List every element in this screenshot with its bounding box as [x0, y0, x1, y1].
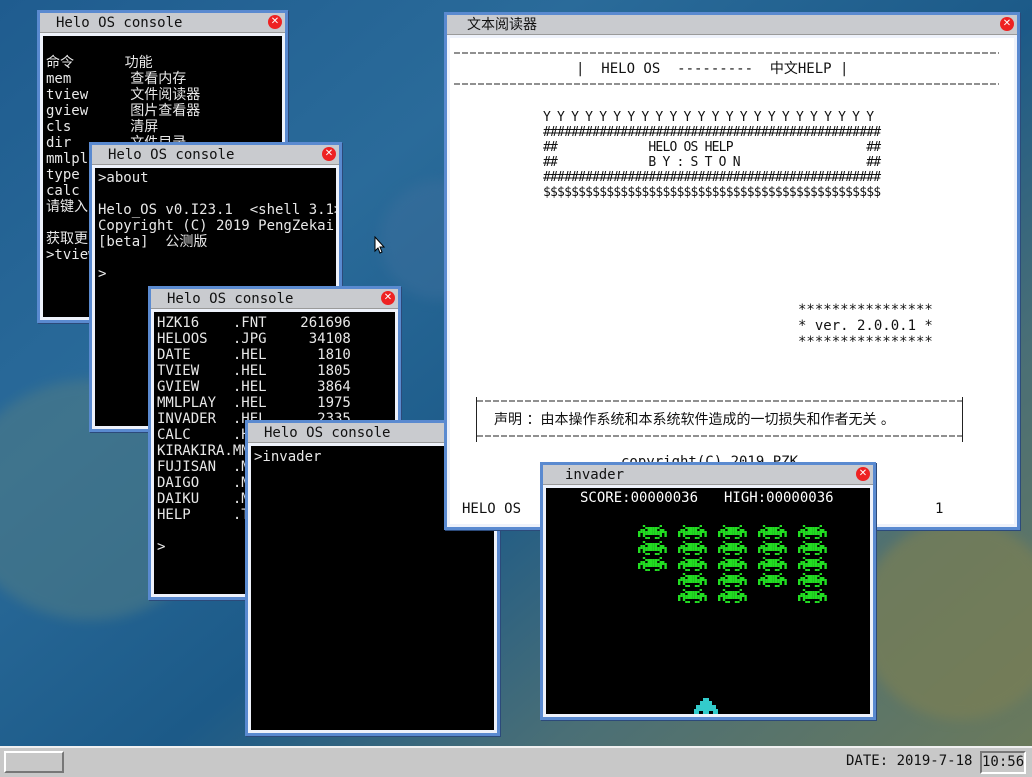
ascii-art-line: Y Y Y Y Y Y Y Y Y Y Y Y Y Y Y Y Y Y Y Y … — [543, 110, 874, 125]
close-icon[interactable]: ✕ — [856, 467, 870, 481]
version-box-bottom: **************** — [798, 334, 933, 350]
console-line: HELOOS .JPG 34108 — [157, 331, 351, 347]
alien-icon — [718, 525, 747, 539]
window-title: Helo OS console — [92, 145, 339, 165]
alien-icon — [798, 573, 827, 587]
invader-game-window[interactable]: invader ✕ SCORE:00000036 HIGH:00000036 — [540, 462, 876, 720]
alien-icon — [678, 557, 707, 571]
notice-text: 声明 ：由本操作系统和本系统软件造成的一切损失和作者无关 。 — [494, 412, 895, 428]
alien-icon — [798, 589, 827, 603]
clock-display: 10:56 — [980, 751, 1026, 774]
header-divider-top — [454, 52, 999, 54]
close-icon[interactable]: ✕ — [1000, 17, 1014, 31]
alien-icon — [758, 557, 787, 571]
ascii-art-line: $$$$$$$$$$$$$$$$$$$$$$$$$$$$$$$$$$$$$$$$… — [543, 185, 881, 200]
window-title: 文本阅读器 — [447, 15, 1017, 35]
console-line: >about — [98, 170, 149, 186]
alien-icon — [678, 589, 707, 603]
footer-title: HELO OS — [462, 501, 522, 517]
console-line: 命令 功能 — [46, 55, 153, 71]
help-header: | HELO OS --------- 中文HELP | — [576, 61, 849, 77]
ascii-art-line: ## HELO OS HELP ## — [543, 140, 881, 155]
page-number: 1 — [935, 501, 944, 517]
alien-icon — [718, 589, 747, 603]
alien-icon — [638, 557, 667, 571]
header-divider-bottom — [454, 83, 999, 85]
version-box-top: **************** — [798, 302, 933, 318]
window-title: Helo OS console — [40, 13, 285, 33]
alien-icon — [798, 557, 827, 571]
alien-icon — [678, 525, 707, 539]
console-line: cls 清屏 — [46, 119, 159, 135]
version-text: * ver. 2.0.0.1 * — [798, 318, 933, 334]
alien-icon — [758, 541, 787, 555]
close-icon[interactable]: ✕ — [268, 15, 282, 29]
alien-icon — [798, 525, 827, 539]
close-icon[interactable]: ✕ — [322, 147, 336, 161]
console-line: gview 图片查看器 — [46, 103, 201, 119]
alien-icon — [718, 557, 747, 571]
game-canvas[interactable]: SCORE:00000036 HIGH:00000036 — [546, 488, 870, 714]
console-line: > — [98, 266, 107, 282]
alien-icon — [758, 525, 787, 539]
reader-content[interactable]: | HELO OS --------- 中文HELP | Y Y Y Y Y Y… — [450, 38, 1014, 524]
console-line: mem 查看内存 — [46, 71, 187, 87]
window-title: Helo OS console — [151, 289, 398, 309]
alien-fleet — [638, 525, 827, 603]
console-line: TVIEW .HEL 1805 — [157, 363, 351, 379]
start-button[interactable] — [4, 751, 64, 773]
alien-icon — [718, 541, 747, 555]
close-icon[interactable]: ✕ — [381, 291, 395, 305]
mouse-cursor-icon — [374, 236, 386, 254]
desktop: Helo OS console ✕ 命令 功能 mem 查看内存 tview 文件阅… — [0, 0, 1032, 746]
console-line: [beta] 公测版 — [98, 234, 208, 250]
console-line: HZK16 .FNT 261696 — [157, 315, 351, 331]
ascii-art-line: ########################################… — [543, 170, 881, 185]
console-line: tview 文件阅读器 — [46, 87, 201, 103]
taskbar: DATE: 2019-7-18 10:56 — [0, 746, 1032, 777]
text-reader-window[interactable]: 文本阅读器 ✕ | HELO OS --------- 中文HELP | Y Y… — [444, 12, 1020, 530]
console-line: GVIEW .HEL 3864 — [157, 379, 351, 395]
console-line: DATE .HEL 1810 — [157, 347, 351, 363]
date-display: DATE: 2019-7-18 — [846, 753, 973, 769]
alien-icon — [758, 573, 787, 587]
alien-icon — [638, 541, 667, 555]
alien-icon — [718, 573, 747, 587]
alien-icon — [678, 573, 707, 587]
console-line: Helo_OS v0.I23.1 <shell 3.1> — [98, 202, 336, 218]
window-title: invader — [543, 465, 873, 485]
alien-icon — [798, 541, 827, 555]
ascii-art-line: ########################################… — [543, 125, 881, 140]
player-ship-icon — [694, 698, 718, 714]
alien-icon — [678, 541, 707, 555]
console-line: MMLPLAY .HEL 1975 — [157, 395, 351, 411]
ascii-art-banner: Y Y Y Y Y Y Y Y Y Y Y Y Y Y Y Y Y Y Y Y … — [543, 110, 881, 200]
ascii-art-line: ## B Y : S T O N ## — [543, 155, 881, 170]
alien-icon — [638, 525, 667, 539]
console-line: Copyright (C) 2019 PengZekai — [98, 218, 335, 234]
